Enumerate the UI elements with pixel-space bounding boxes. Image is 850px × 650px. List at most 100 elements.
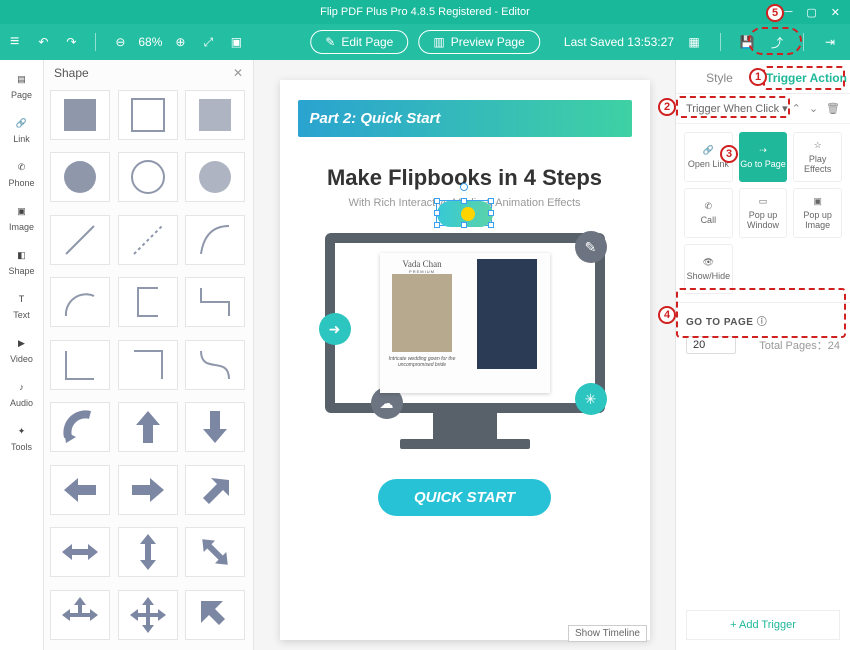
action-popup-window[interactable]: ▭Pop up Window bbox=[739, 188, 788, 238]
rail-text[interactable]: TText bbox=[13, 290, 31, 320]
tools-icon: ✦ bbox=[12, 422, 30, 440]
shape-circle-filled[interactable] bbox=[50, 152, 110, 202]
page-banner: Part 2: Quick Start bbox=[298, 100, 632, 137]
total-pages-label: Total Pages：24 bbox=[759, 337, 840, 353]
page-icon: ▤ bbox=[13, 70, 31, 88]
preview-page-button[interactable]: ▥ Preview Page bbox=[418, 30, 539, 54]
shape-line[interactable] bbox=[50, 215, 110, 265]
import-icon: ➜ bbox=[319, 313, 351, 345]
fit-icon[interactable]: ⤢ bbox=[198, 32, 218, 52]
shape-arrow-corner[interactable] bbox=[185, 590, 245, 640]
action-popup-image[interactable]: ▣Pop up Image bbox=[793, 188, 842, 238]
right-panel: Style Trigger Action Trigger When Click … bbox=[675, 60, 850, 650]
callout-1: 1 bbox=[749, 68, 767, 86]
rail-tools[interactable]: ✦Tools bbox=[11, 422, 32, 452]
page[interactable]: Part 2: Quick Start Make Flipbooks in 4 … bbox=[280, 80, 650, 640]
save-exit-icon[interactable]: ⤴ bbox=[767, 32, 787, 52]
exit-icon[interactable]: ⇥ bbox=[820, 32, 840, 52]
undo-icon[interactable]: ↶ bbox=[33, 32, 53, 52]
goto-page-icon: ⇢ bbox=[759, 145, 767, 156]
call-icon: ✆ bbox=[705, 201, 713, 212]
redo-icon[interactable]: ↷ bbox=[61, 32, 81, 52]
close-icon[interactable]: ✕ bbox=[831, 6, 840, 19]
zoom-out-icon[interactable]: ⊖ bbox=[110, 32, 130, 52]
shape-square-filled[interactable] bbox=[50, 90, 110, 140]
minimize-icon[interactable]: ─ bbox=[785, 6, 793, 19]
canvas-area[interactable]: Part 2: Quick Start Make Flipbooks in 4 … bbox=[254, 60, 675, 650]
shape-elbow1[interactable] bbox=[50, 340, 110, 390]
phone-icon: ✆ bbox=[13, 158, 31, 176]
action-play-effects[interactable]: ☆Play Effects bbox=[793, 132, 842, 182]
rail-phone[interactable]: ✆Phone bbox=[8, 158, 34, 188]
shape-arrow-bi-h[interactable] bbox=[50, 527, 110, 577]
action-go-to-page[interactable]: ⇢Go to Page bbox=[739, 132, 788, 182]
book-icon: ▥ bbox=[433, 35, 444, 49]
action-call[interactable]: ✆Call bbox=[684, 188, 733, 238]
zoom-in-icon[interactable]: ⊕ bbox=[170, 32, 190, 52]
edit-icon: ✎ bbox=[575, 231, 607, 263]
shape-curve[interactable] bbox=[185, 215, 245, 265]
shape-arrow-right[interactable] bbox=[118, 465, 178, 515]
shape-scurve[interactable] bbox=[185, 340, 245, 390]
shape-step[interactable] bbox=[185, 277, 245, 327]
collapse-icon[interactable]: ⌄ bbox=[809, 102, 818, 115]
left-rail: ▤Page 🔗Link ✆Phone ▣Image ◧Shape TText ▶… bbox=[0, 60, 44, 650]
brand-name: Vada Chan bbox=[402, 259, 441, 269]
menu-icon[interactable]: ≡ bbox=[10, 33, 19, 51]
quick-start-button[interactable]: QUICK START bbox=[378, 479, 551, 516]
link-icon: 🔗 bbox=[13, 114, 31, 132]
rail-image[interactable]: ▣Image bbox=[9, 202, 34, 232]
cursor-icon: ✳ bbox=[575, 383, 607, 415]
shape-arrow-quad[interactable] bbox=[118, 590, 178, 640]
main-toolbar: ≡ ↶ ↷ ⊖ 68% ⊕ ⤢ ▣ ✎ Edit Page ▥ Preview … bbox=[0, 24, 850, 60]
rail-page[interactable]: ▤Page bbox=[11, 70, 32, 100]
close-panel-icon[interactable]: ✕ bbox=[233, 66, 243, 80]
shape-arrow-tri[interactable] bbox=[50, 590, 110, 640]
actual-size-icon[interactable]: ▣ bbox=[226, 32, 246, 52]
shape-line-dashed[interactable] bbox=[118, 215, 178, 265]
shape-square-grey[interactable] bbox=[185, 90, 245, 140]
shape-arrow-bi-v[interactable] bbox=[118, 527, 178, 577]
shape-elbow2[interactable] bbox=[118, 340, 178, 390]
window-icon: ▭ bbox=[759, 196, 768, 207]
shape-arrow-upright[interactable] bbox=[185, 465, 245, 515]
shape-arc[interactable] bbox=[50, 277, 110, 327]
shape-arrow-bi-diag[interactable] bbox=[185, 527, 245, 577]
monitor-graphic: ➜ ✎ ☁ ✳ Vada Chan PREMIUM Intricate wedd… bbox=[325, 233, 605, 449]
star-icon: ☆ bbox=[814, 140, 822, 151]
rail-link[interactable]: 🔗Link bbox=[13, 114, 31, 144]
qr-icon[interactable]: ▦ bbox=[684, 32, 704, 52]
trigger-when-dropdown[interactable]: Trigger When Click ▾ bbox=[686, 102, 788, 115]
shape-circle-outline[interactable] bbox=[118, 152, 178, 202]
shape-panel: Shape ✕ bbox=[44, 60, 254, 650]
delete-icon[interactable]: 🗑 bbox=[826, 102, 840, 115]
goto-page-input[interactable]: 20 bbox=[686, 336, 736, 354]
shape-circle-grey[interactable] bbox=[185, 152, 245, 202]
shape-square-outline[interactable] bbox=[118, 90, 178, 140]
zoom-value[interactable]: 68% bbox=[138, 35, 162, 49]
expand-icon[interactable]: ⌃ bbox=[792, 102, 801, 115]
callout-2: 2 bbox=[658, 98, 676, 116]
last-saved-label: Last Saved 13:53:27 bbox=[564, 35, 674, 49]
tab-trigger-action[interactable]: Trigger Action bbox=[763, 71, 850, 93]
popimage-icon: ▣ bbox=[813, 196, 822, 207]
shape-arrow-left[interactable] bbox=[50, 465, 110, 515]
shape-arrow-curve[interactable] bbox=[50, 402, 110, 452]
selected-shape[interactable] bbox=[436, 200, 492, 226]
rail-shape[interactable]: ◧Shape bbox=[8, 246, 34, 276]
text-icon: T bbox=[13, 290, 31, 308]
save-icon[interactable]: 💾 bbox=[737, 32, 757, 52]
info-icon[interactable]: ⓘ bbox=[757, 317, 768, 328]
shape-bracket[interactable] bbox=[118, 277, 178, 327]
action-show-hide[interactable]: 👁Show/Hide bbox=[684, 244, 733, 294]
rail-audio[interactable]: ♪Audio bbox=[10, 378, 33, 408]
maximize-icon[interactable]: ▢ bbox=[806, 6, 816, 19]
show-timeline-button[interactable]: Show Timeline bbox=[568, 625, 647, 642]
shape-arrow-up[interactable] bbox=[118, 402, 178, 452]
app-title: Flip PDF Plus Pro 4.8.5 Registered - Edi… bbox=[320, 6, 530, 18]
video-icon: ▶ bbox=[12, 334, 30, 352]
rail-video[interactable]: ▶Video bbox=[10, 334, 33, 364]
shape-arrow-down[interactable] bbox=[185, 402, 245, 452]
add-trigger-button[interactable]: + Add Trigger bbox=[686, 610, 840, 640]
edit-page-button[interactable]: ✎ Edit Page bbox=[310, 30, 408, 54]
